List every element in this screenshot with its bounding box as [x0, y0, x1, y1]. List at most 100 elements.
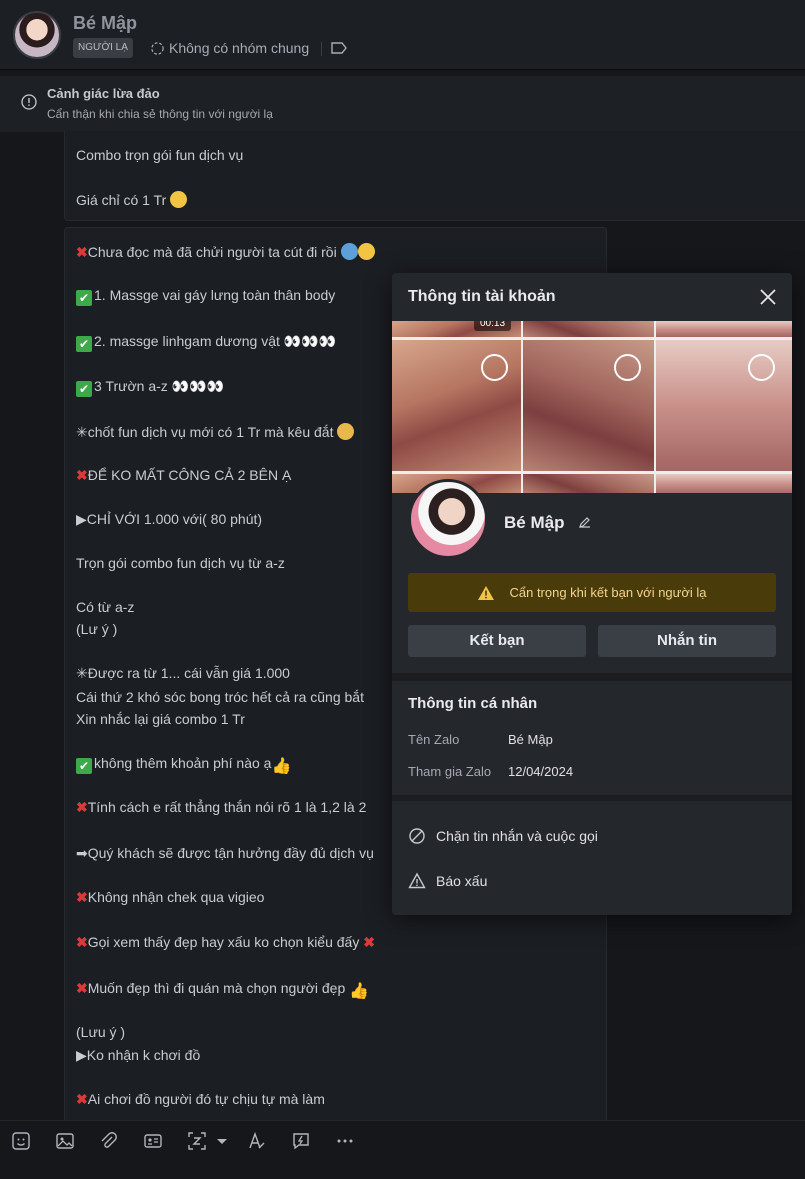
message-line: Có từ a-z [76, 599, 135, 615]
block-label: Chặn tin nhắn và cuộc gọi [436, 828, 598, 844]
message-line: ✔ 2. massge linhgam dương vật 👀👀👀 [76, 333, 336, 352]
cross-mark-icon: ✖ [76, 980, 88, 996]
section-divider [392, 795, 792, 801]
cross-mark-icon: ✖ [76, 1091, 88, 1107]
message-line: Combo trọn gói fun dịch vụ [76, 147, 244, 163]
message-line: ✔ không thêm khoản phí nào ạ👍 [76, 755, 292, 776]
eyes-emoji-icon: 👀👀👀 [283, 333, 337, 349]
message-line: ✖Ai chơi đồ người đó tự chịu tự mà làm [76, 1091, 325, 1107]
sweat-emoji-icon [337, 423, 355, 440]
add-friend-button[interactable]: Kết bạn [408, 625, 586, 657]
cross-mark-icon: ✖ [76, 244, 88, 260]
panel-title: Thông tin tài khoản [408, 288, 556, 305]
cross-mark-icon: ✖ [76, 467, 88, 483]
thumbs-up-icon: 👍 [271, 758, 292, 775]
edit-pencil-icon[interactable] [578, 515, 592, 529]
block-messages-calls[interactable]: Chặn tin nhắn và cuộc gọi [408, 827, 598, 845]
thumbs-up-icon: 👍 [349, 983, 370, 1000]
report-label: Báo xấu [436, 873, 488, 889]
caution-text: Cẩn trọng khi kết bạn với người lạ [509, 585, 707, 600]
select-circle-icon[interactable] [614, 354, 641, 381]
tag-icon[interactable] [330, 40, 348, 56]
group-icon [151, 41, 164, 55]
zalo-name-label: Tên Zalo [408, 732, 460, 747]
block-icon [409, 828, 425, 844]
joined-label: Tham gia Zalo [408, 764, 492, 779]
report-button[interactable]: Báo xấu [408, 872, 487, 890]
grimace-emoji-icon [357, 243, 375, 260]
message-line: ✳Được ra từ 1... cái vẫn giá 1.000 [76, 665, 290, 681]
photo-thumbnail[interactable] [523, 474, 654, 493]
profile-name: Bé Mập [504, 513, 565, 532]
message-line: Xin nhắc lại giá combo 1 Tr [76, 711, 245, 727]
avatar[interactable] [13, 11, 61, 59]
contact-card-icon[interactable] [143, 1131, 163, 1151]
message-line: Trọn gói combo fun dịch vụ từ a-z [76, 555, 285, 571]
message-line: ✖Chưa đọc mà đã chửi người ta cút đi rồi [76, 243, 375, 261]
message-line: ✖Gọi xem thấy đẹp hay xấu ko chọn kiểu đ… [76, 934, 375, 950]
close-icon[interactable] [758, 287, 778, 307]
cross-mark-icon: ✖ [76, 799, 88, 815]
attachment-icon[interactable] [98, 1131, 118, 1151]
photo-thumbnail[interactable] [656, 474, 792, 493]
photo-thumbnail[interactable] [523, 321, 654, 337]
friend-caution-banner: Cẩn trọng khi kết bạn với người lạ [408, 573, 776, 612]
cross-mark-icon: ✖ [76, 934, 88, 950]
more-icon[interactable] [335, 1131, 355, 1151]
info-icon [21, 94, 37, 110]
check-mark-icon: ✔ [76, 758, 92, 774]
message-line: Cái thứ 2 khó sóc bong tróc hết cả ra cũ… [76, 689, 364, 705]
common-groups[interactable]: Không có nhóm chung [150, 40, 309, 56]
cold-face-emoji-icon [340, 243, 358, 260]
sticker-icon[interactable] [11, 1131, 31, 1151]
scam-warning-banner [0, 76, 805, 132]
composer-toolbar [0, 1120, 805, 1179]
image-icon[interactable] [55, 1131, 75, 1151]
eyes-emoji-icon: 👀👀👀 [171, 378, 224, 394]
section-divider [392, 673, 792, 681]
message-line: ✔ 1. Massge vai gáy lưng toàn thân body [76, 287, 335, 306]
check-mark-icon: ✔ [76, 336, 92, 352]
screenshot-icon[interactable] [187, 1131, 207, 1151]
header-divider [321, 42, 322, 56]
warning-icon [408, 872, 426, 889]
contact-name[interactable]: Bé Mập [73, 13, 137, 34]
profile-avatar[interactable] [408, 479, 488, 559]
message-line: ✔ 3 Trườn a-z 👀👀👀 [76, 378, 224, 397]
message-line: ✖Tính cách e rất thẳng thắn nói rõ 1 là … [76, 799, 367, 815]
profile-cover-photos[interactable]: 00:13 [392, 321, 792, 493]
message-line: (Lưu ý ) [76, 1024, 126, 1040]
zalo-name-value: Bé Mập [508, 732, 553, 747]
send-message-button[interactable]: Nhắn tin [598, 625, 776, 657]
warning-triangle-icon [478, 585, 495, 600]
cross-mark-icon: ✖ [363, 934, 375, 950]
message-line: ✖Không nhận chek qua vigieo [76, 889, 265, 905]
message-line: ✖ĐỂ KO MẤT CÔNG CẢ 2 BÊN Ạ [76, 467, 292, 483]
message-line: ✖Muốn đẹp thì đi quán mà chọn người đẹp … [76, 980, 370, 1000]
check-mark-icon: ✔ [76, 381, 92, 397]
message-line: Giá chỉ có 1 Tr [76, 191, 188, 208]
check-mark-icon: ✔ [76, 290, 92, 306]
video-duration: 00:13 [474, 321, 512, 331]
warning-subtitle: Cẩn thận khi chia sẻ thông tin với người… [47, 107, 273, 121]
joined-value: 12/04/2024 [508, 764, 574, 779]
chevron-down-icon[interactable] [212, 1131, 227, 1151]
message-line: ➡Quý khách sẽ được tận hưởng đầy đủ dịch… [76, 845, 374, 861]
warning-title: Cảnh giác lừa đảo [47, 86, 160, 101]
select-circle-icon[interactable] [748, 354, 775, 381]
quick-message-icon[interactable] [291, 1131, 311, 1151]
message-line: ▶CHỈ VỚI 1.000 với( 80 phút) [76, 511, 263, 527]
select-circle-icon[interactable] [481, 354, 508, 381]
message-line: (Lư ý ) [76, 621, 118, 637]
text-format-icon[interactable] [247, 1131, 267, 1151]
chat-header [0, 0, 805, 70]
message-line: ▶Ko nhận k chơi đồ [76, 1047, 201, 1063]
cross-mark-icon: ✖ [76, 889, 88, 905]
personal-info-title: Thông tin cá nhân [408, 695, 538, 712]
common-groups-label: Không có nhóm chung [169, 40, 310, 56]
message-line: ✳chốt fun dịch vụ mới có 1 Tr mà kêu đắt [76, 423, 355, 441]
stranger-badge: NGƯỜI LẠ [73, 38, 133, 58]
account-info-panel: Thông tin tài khoản 00:13 Bé Mập Cẩn trọ… [392, 273, 792, 915]
shush-emoji-icon [170, 191, 188, 208]
photo-thumbnail[interactable] [656, 321, 792, 337]
